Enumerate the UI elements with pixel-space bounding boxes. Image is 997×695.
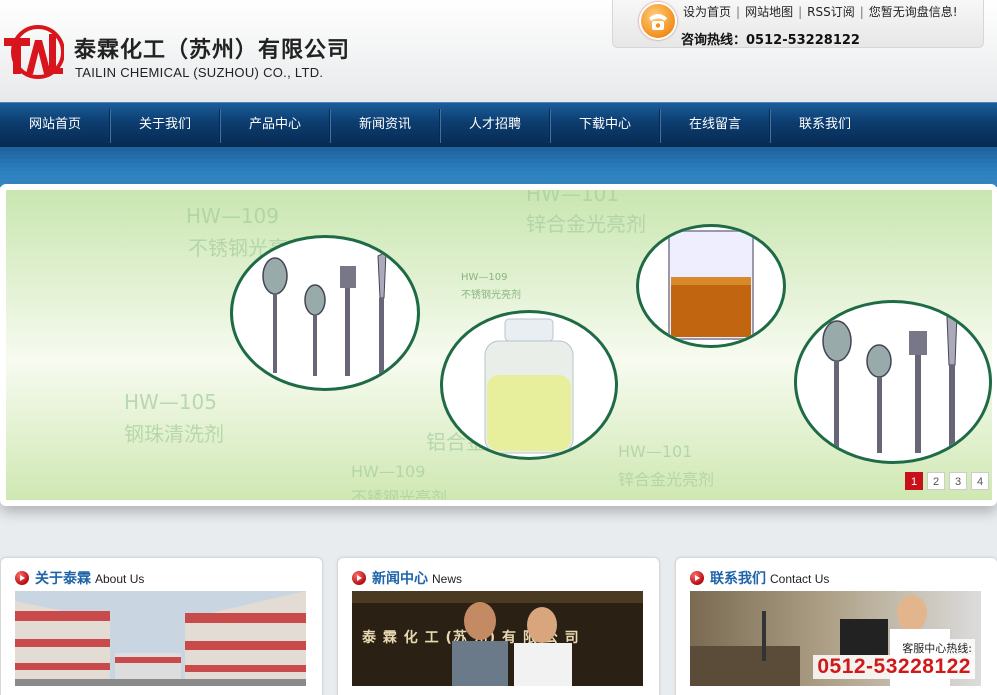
company-name-cn: 泰霖化工（苏州）有限公司 (74, 38, 351, 63)
watermark-text: HW—105 (124, 390, 217, 414)
about-panel-header: 关于泰霖 About Us (15, 568, 144, 588)
hotline: 咨询热线：0512-53228122 (681, 29, 860, 48)
watermark-text: 锌合金光亮剂 (618, 470, 715, 489)
watermark-text: 锌合金光亮剂 (526, 212, 646, 236)
beaker-image (636, 224, 786, 348)
watermark-text: HW—101 (618, 442, 693, 461)
nav-products[interactable]: 产品中心 (220, 103, 330, 147)
cutlery-image-2 (794, 300, 992, 464)
contact-title-cn[interactable]: 联系我们 (710, 571, 766, 587)
arrow-bullet-icon (352, 571, 366, 585)
cutlery-image (230, 235, 420, 391)
inquiry-link[interactable]: 您暂无询盘信息! (869, 5, 958, 19)
lab-photo[interactable]: 客服中心热线: 0512-53228122 (690, 591, 981, 686)
slide-dot-2[interactable]: 2 (927, 472, 945, 490)
nav-home[interactable]: 网站首页 (0, 103, 110, 147)
contact-panel-header: 联系我们 Contact Us (690, 568, 829, 588)
site-header: 泰霖化工（苏州）有限公司 TAILIN CHEMICAL (SUZHOU) CO… (0, 0, 997, 102)
company-logo[interactable] (2, 24, 64, 80)
slide-dot-1[interactable]: 1 (905, 472, 923, 490)
slide-pagination: 1 2 3 4 (905, 472, 989, 490)
contact-panel: 联系我们 Contact Us 客服中心热线: 0512-53228122 (675, 557, 997, 695)
hotline-label: 咨询热线： (681, 33, 747, 48)
watermark-text: HW—109 (461, 272, 508, 283)
nav-news[interactable]: 新闻资讯 (330, 103, 440, 147)
top-links: 设为首页 | 网站地图 | RSS订阅 | 您暂无询盘信息! (683, 5, 958, 19)
watermark-text: 钢珠清洗剂 (124, 422, 224, 446)
watermark-text: HW—101 (526, 190, 619, 206)
liquid-jar-image (440, 310, 618, 460)
slide-dot-3[interactable]: 3 (949, 472, 967, 490)
news-panel: 新闻中心 News 泰 霖 化 工 (苏 州) 有 限 公 司 (337, 557, 660, 695)
watermark-text: HW—109 (186, 204, 279, 228)
arrow-bullet-icon (15, 571, 29, 585)
about-title-en: About Us (95, 572, 145, 586)
phone-icon (639, 2, 677, 40)
watermark-text: 不锈钢光亮剂 (351, 488, 448, 500)
news-title-en: News (432, 572, 463, 586)
nav-message[interactable]: 在线留言 (660, 103, 770, 147)
top-links-panel: 设为首页 | 网站地图 | RSS订阅 | 您暂无询盘信息! 咨询热线：0512-53228… (612, 0, 984, 48)
decorative-strip-overlay (0, 147, 997, 187)
about-panel: 关于泰霖 About Us (0, 557, 323, 695)
contact-title-en: Contact Us (770, 572, 830, 586)
service-hotline-number: 0512-53228122 (813, 655, 975, 679)
news-title-cn[interactable]: 新闻中心 (372, 571, 428, 587)
sitemap-link[interactable]: 网站地图 (745, 5, 793, 19)
product-banner-slide[interactable]: HW—109 不锈钢光亮剂 HW—105 钢珠清洗剂 HW—109 不锈钢光亮剂… (6, 190, 992, 500)
slide-dot-4[interactable]: 4 (971, 472, 989, 490)
watermark-text: 不锈钢光亮剂 (461, 290, 521, 301)
news-panel-header: 新闻中心 News (352, 568, 462, 588)
factory-photo[interactable] (15, 591, 306, 686)
main-nav: 网站首页 关于我们 产品中心 新闻资讯 人才招聘 下载中心 在线留言 联系我们 (0, 102, 997, 147)
nav-careers[interactable]: 人才招聘 (440, 103, 550, 147)
about-title-cn[interactable]: 关于泰霖 (35, 571, 91, 587)
set-homepage-link[interactable]: 设为首页 (683, 5, 731, 19)
news-photo[interactable]: 泰 霖 化 工 (苏 州) 有 限 公 司 (352, 591, 643, 686)
nav-contact[interactable]: 联系我们 (770, 103, 880, 147)
nav-downloads[interactable]: 下载中心 (550, 103, 660, 147)
rss-link[interactable]: RSS订阅 (807, 5, 855, 19)
nav-about[interactable]: 关于我们 (110, 103, 220, 147)
watermark-text: HW—109 (351, 462, 426, 481)
arrow-bullet-icon (690, 571, 704, 585)
company-name-en: TAILIN CHEMICAL (SUZHOU) CO., LTD. (75, 65, 324, 80)
hotline-number: 0512-53228122 (746, 33, 860, 48)
